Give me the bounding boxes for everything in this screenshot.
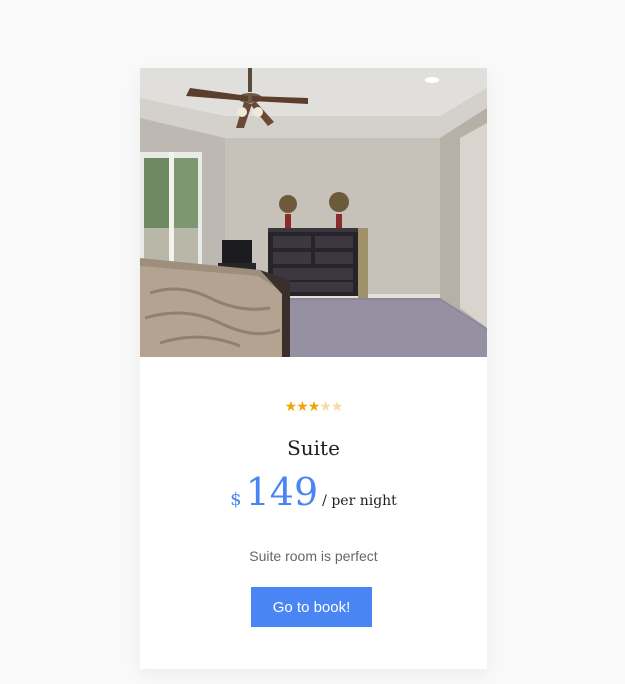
room-description: Suite room is perfect (249, 548, 378, 564)
star-filled-icon: ★ (284, 399, 298, 415)
room-photo (140, 68, 487, 357)
book-button[interactable]: Go to book! (251, 587, 372, 627)
star-rating: ★★★★★ (140, 399, 487, 415)
star-empty-icon: ★ (330, 399, 344, 415)
price-amount: 149 (245, 470, 319, 514)
price: $149/ per night (140, 468, 487, 516)
price-unit: / per night (322, 493, 397, 509)
star-filled-icon: ★ (307, 399, 321, 415)
room-title: Suite (287, 436, 340, 460)
star-filled-icon: ★ (296, 399, 309, 415)
star-empty-icon: ★ (319, 399, 332, 415)
room-card: ★★★★★ Suite $149/ per night Suite room i… (140, 68, 487, 669)
currency-symbol: $ (230, 489, 242, 510)
